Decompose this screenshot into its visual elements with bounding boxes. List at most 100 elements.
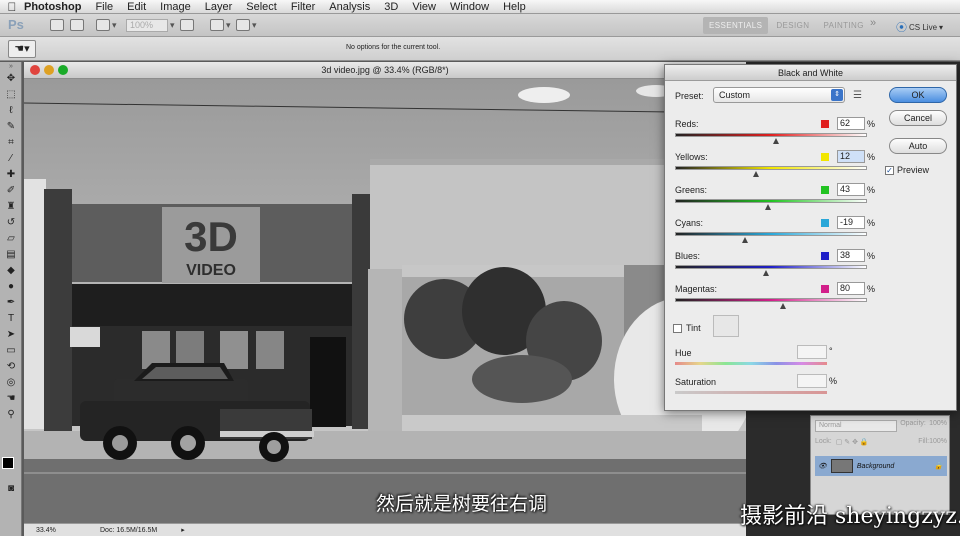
hue-slider-track[interactable]	[675, 362, 827, 365]
slider-thumb[interactable]	[742, 237, 748, 243]
workspace-design[interactable]: DESIGN	[770, 17, 815, 34]
video-subtitle: 然后就是树要往右调	[376, 494, 548, 515]
eye-icon[interactable]: 👁	[818, 462, 827, 470]
slider-label: Yellows:	[675, 152, 708, 162]
hand-tool-button[interactable]	[180, 18, 194, 32]
hand-tool-icon[interactable]: ☚	[0, 390, 22, 406]
slider-value-input[interactable]: 43	[837, 183, 865, 196]
type-tool-icon[interactable]: T	[0, 310, 22, 326]
menu-help[interactable]: Help	[503, 1, 526, 13]
clone-stamp-tool-icon[interactable]: ♜	[0, 198, 22, 214]
status-bar: 33.4% Doc: 16.5M/16.5M ▸	[24, 523, 746, 536]
layer-name: Background	[856, 462, 895, 470]
slider-track[interactable]	[675, 265, 867, 269]
slider-track[interactable]	[675, 298, 867, 302]
move-tool-icon[interactable]: ✥	[0, 70, 22, 86]
path-select-tool-icon[interactable]: ➤	[0, 326, 22, 342]
minibridge-button[interactable]	[70, 18, 84, 32]
workspace-more-button[interactable]: »	[870, 17, 876, 29]
crop-tool-icon[interactable]: ⌗	[0, 134, 22, 150]
brush-tool-icon[interactable]: ✐	[0, 182, 22, 198]
slider-value-input[interactable]: 38	[837, 249, 865, 262]
image-canvas[interactable]: 3D VIDEO	[24, 79, 746, 523]
menu-view[interactable]: View	[412, 1, 436, 13]
menu-analysis[interactable]: Analysis	[329, 1, 370, 13]
slider-value-input[interactable]: -19	[837, 216, 865, 229]
zoom-window-button[interactable]	[58, 65, 68, 75]
quick-select-tool-icon[interactable]: ✎	[0, 118, 22, 134]
blend-mode-select[interactable]: Normal	[815, 420, 897, 432]
app-menu[interactable]: Photoshop	[24, 1, 81, 13]
menu-edit[interactable]: Edit	[127, 1, 146, 13]
saturation-slider-track[interactable]	[675, 391, 827, 394]
pen-tool-icon[interactable]: ✒	[0, 294, 22, 310]
slider-track[interactable]	[675, 199, 867, 203]
eyedropper-tool-icon[interactable]: ⁄	[0, 150, 22, 166]
menu-image[interactable]: Image	[160, 1, 191, 13]
cancel-button[interactable]: Cancel	[889, 110, 947, 126]
zoom-level[interactable]: 33.4%	[24, 527, 64, 534]
healing-brush-tool-icon[interactable]: ✚	[0, 166, 22, 182]
eraser-tool-icon[interactable]: ▱	[0, 230, 22, 246]
preview-checkbox[interactable]: ✓ Preview	[885, 165, 929, 175]
history-brush-tool-icon[interactable]: ↺	[0, 214, 22, 230]
zoom-dropdown[interactable]: 100% ▾	[126, 18, 175, 32]
slider-track[interactable]	[675, 232, 867, 236]
slider-value-input[interactable]: 62	[837, 117, 865, 130]
fill-value[interactable]: 100%	[929, 438, 947, 450]
preset-options-icon[interactable]: ☰	[853, 90, 862, 101]
3d-orbit-tool-icon[interactable]: ◎	[0, 374, 22, 390]
workspace-painting[interactable]: PAINTING	[817, 17, 869, 34]
blur-tool-icon[interactable]: ◆	[0, 262, 22, 278]
slider-track[interactable]	[675, 133, 867, 137]
slider-thumb[interactable]	[780, 303, 786, 309]
slider-thumb[interactable]	[773, 138, 779, 144]
slider-magentas: Magentas: 80%	[675, 282, 875, 314]
menu-file[interactable]: File	[95, 1, 113, 13]
preset-select[interactable]: Custom ⇕	[713, 87, 845, 103]
3d-rotate-tool-icon[interactable]: ⟲	[0, 358, 22, 374]
menu-window[interactable]: Window	[450, 1, 489, 13]
saturation-input[interactable]	[797, 374, 827, 388]
minimize-window-button[interactable]	[44, 65, 54, 75]
toolbox-collapse-icon[interactable]: »	[0, 62, 22, 70]
slider-value-input[interactable]: 80	[837, 282, 865, 295]
zoom-tool-icon[interactable]: ⚲	[0, 406, 22, 422]
close-window-button[interactable]	[30, 65, 40, 75]
slider-thumb[interactable]	[763, 270, 769, 276]
gradient-tool-icon[interactable]: ▤	[0, 246, 22, 262]
lock-icons[interactable]: ▢ ✎ ✥ 🔒	[836, 438, 918, 450]
ok-button[interactable]: OK	[889, 87, 947, 103]
cs-live-button[interactable]: ⦿ CS Live ▾	[896, 19, 943, 35]
menu-layer[interactable]: Layer	[205, 1, 233, 13]
hue-label: Hue	[675, 348, 692, 358]
foreground-color-swatch[interactable]	[2, 457, 14, 469]
tint-color-swatch[interactable]	[713, 315, 739, 337]
slider-track[interactable]	[675, 166, 867, 170]
slider-thumb[interactable]	[765, 204, 771, 210]
quick-mask-icon[interactable]: ◙	[0, 480, 22, 496]
auto-button[interactable]: Auto	[889, 138, 947, 154]
workspace-essentials[interactable]: ESSENTIALS	[703, 17, 769, 34]
layer-row-background[interactable]: 👁 Background 🔒	[815, 456, 947, 476]
menu-select[interactable]: Select	[246, 1, 277, 13]
menu-filter[interactable]: Filter	[291, 1, 315, 13]
bridge-button[interactable]	[50, 18, 64, 32]
screen-mode-button[interactable]: ▾	[236, 18, 257, 32]
status-menu-arrow-icon[interactable]: ▸	[181, 526, 185, 534]
menu-3d[interactable]: 3D	[384, 1, 398, 13]
dodge-tool-icon[interactable]: ●	[0, 278, 22, 294]
tool-preset-picker[interactable]: ☚▾	[8, 40, 36, 58]
opacity-value[interactable]: 100%	[929, 420, 947, 433]
slider-value-input[interactable]: 12	[837, 150, 865, 163]
slider-thumb[interactable]	[753, 171, 759, 177]
apple-icon[interactable]: 	[0, 0, 24, 14]
extras-dropdown[interactable]: ▾	[96, 18, 117, 32]
hue-input[interactable]	[797, 345, 827, 359]
screen-mode-icon	[236, 19, 250, 31]
arrange-documents-button[interactable]: ▾	[210, 18, 231, 32]
lasso-tool-icon[interactable]: ℓ	[0, 102, 22, 118]
tint-checkbox[interactable]: Tint	[673, 323, 701, 333]
marquee-tool-icon[interactable]: ⬚	[0, 86, 22, 102]
shape-tool-icon[interactable]: ▭	[0, 342, 22, 358]
